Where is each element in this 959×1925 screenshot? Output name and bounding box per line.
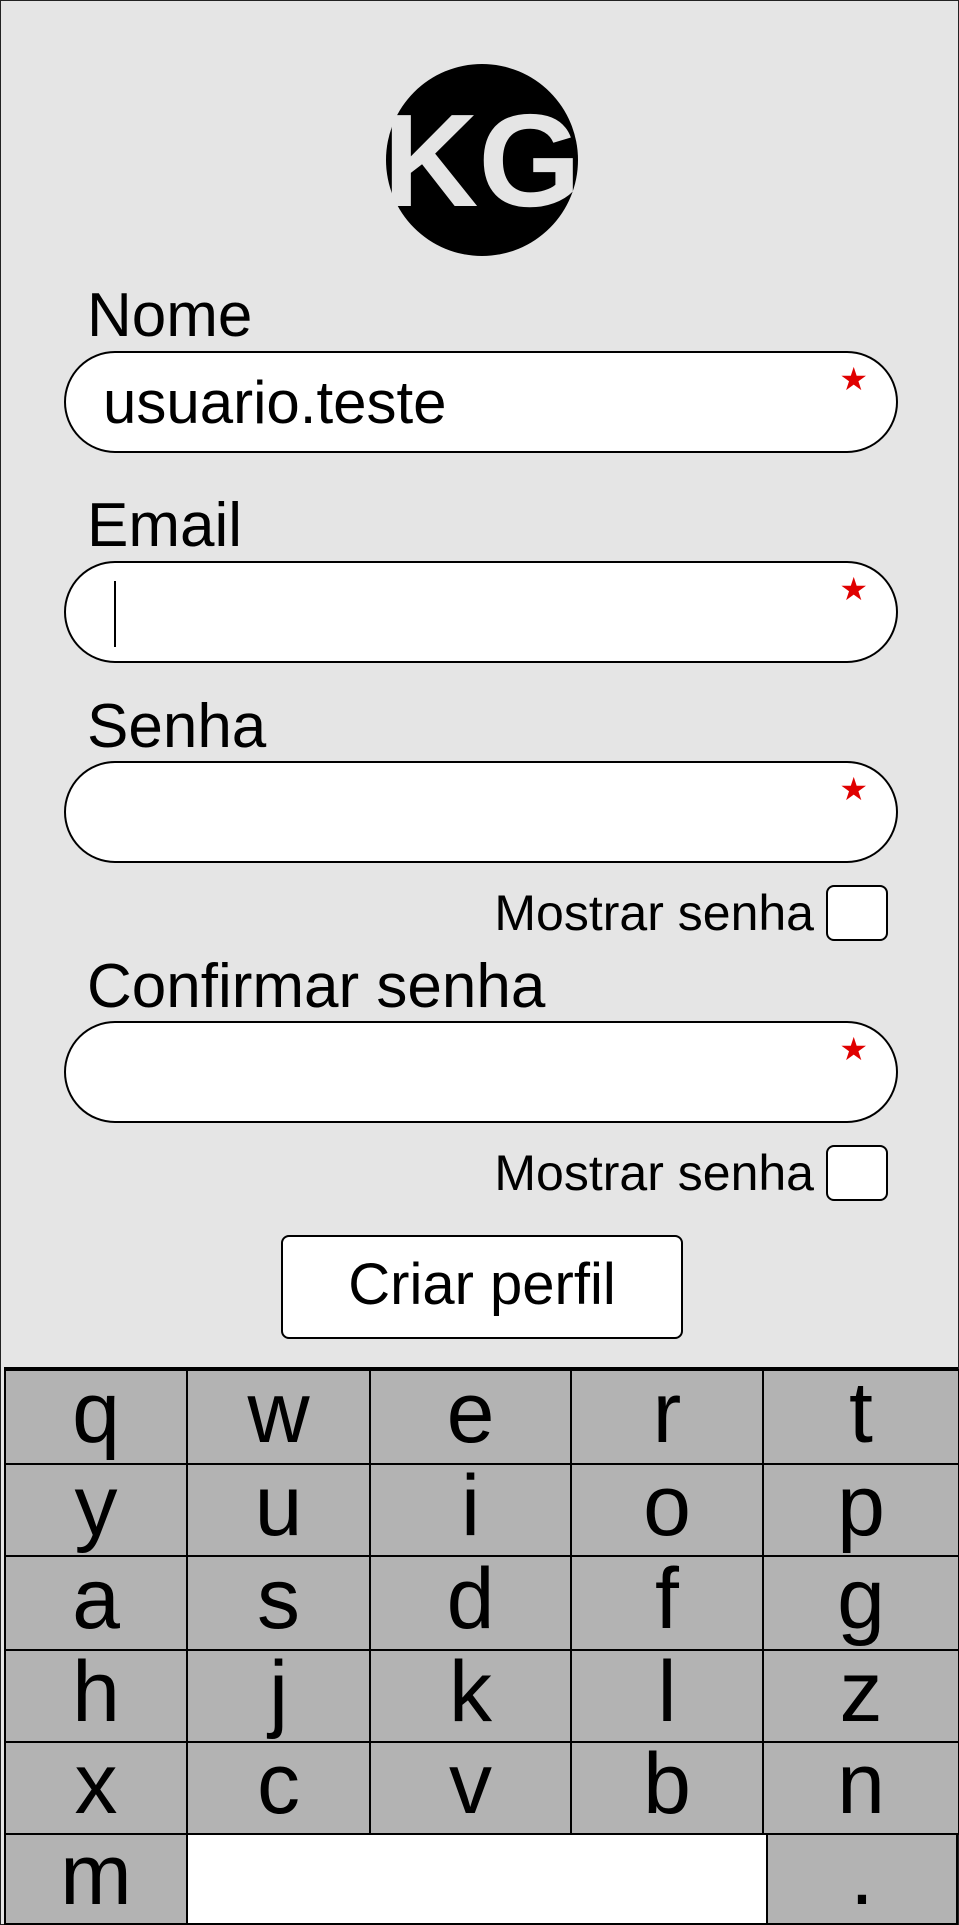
on-screen-keyboard: qwert yuiop asdfg hjklz xcvbn m. (4, 1367, 959, 1925)
key-m[interactable]: m (4, 1832, 188, 1925)
key-w[interactable]: w (186, 1369, 371, 1465)
space-key[interactable] (186, 1833, 768, 1925)
show-confirm-password-label: Mostrar senha (494, 1145, 814, 1201)
required-star-icon: ★ (839, 1031, 868, 1067)
show-password-label: Mostrar senha (494, 885, 814, 941)
email-field[interactable]: ★ (64, 561, 898, 663)
key-t[interactable]: t (762, 1369, 959, 1465)
show-confirm-password-checkbox[interactable] (826, 1145, 888, 1201)
senha-field[interactable]: ★ (64, 761, 898, 863)
nome-value: usuario.teste (103, 369, 447, 436)
key-u[interactable]: u (186, 1463, 371, 1557)
key-i[interactable]: i (369, 1463, 572, 1557)
key-p[interactable]: p (762, 1463, 959, 1557)
key-v[interactable]: v (369, 1741, 572, 1835)
show-password-row: Mostrar senha (494, 883, 888, 943)
logo-text: KG (385, 87, 579, 234)
key-j[interactable]: j (186, 1649, 371, 1743)
key-r[interactable]: r (570, 1369, 764, 1465)
key-b[interactable]: b (570, 1741, 764, 1835)
show-password-checkbox[interactable] (826, 885, 888, 941)
confirm-password-field[interactable]: ★ (64, 1021, 898, 1123)
key-c[interactable]: c (186, 1741, 371, 1835)
required-star-icon: ★ (839, 571, 868, 607)
key-period[interactable]: . (766, 1832, 958, 1925)
email-label: Email (87, 491, 243, 560)
required-star-icon: ★ (839, 361, 868, 397)
nome-label: Nome (87, 281, 253, 350)
key-g[interactable]: g (762, 1555, 959, 1651)
key-k[interactable]: k (369, 1649, 572, 1743)
key-y[interactable]: y (4, 1463, 188, 1557)
key-q[interactable]: q (4, 1369, 188, 1465)
key-l[interactable]: l (570, 1649, 764, 1743)
key-f[interactable]: f (570, 1555, 764, 1651)
key-x[interactable]: x (4, 1741, 188, 1835)
required-star-icon: ★ (839, 771, 868, 807)
key-d[interactable]: d (369, 1555, 572, 1651)
key-o[interactable]: o (570, 1463, 764, 1557)
text-cursor (114, 581, 116, 647)
confirm-password-label: Confirmar senha (87, 952, 546, 1021)
senha-label: Senha (87, 692, 267, 761)
key-e[interactable]: e (369, 1369, 572, 1465)
create-profile-button[interactable]: Criar perfil (281, 1235, 683, 1339)
kg-logo: KG (385, 64, 579, 256)
key-s[interactable]: s (186, 1555, 371, 1651)
key-n[interactable]: n (762, 1741, 959, 1835)
key-h[interactable]: h (4, 1649, 188, 1743)
show-confirm-password-row: Mostrar senha (494, 1143, 888, 1203)
nome-field[interactable]: usuario.teste ★ (64, 351, 898, 453)
key-a[interactable]: a (4, 1555, 188, 1651)
key-z[interactable]: z (762, 1649, 959, 1743)
